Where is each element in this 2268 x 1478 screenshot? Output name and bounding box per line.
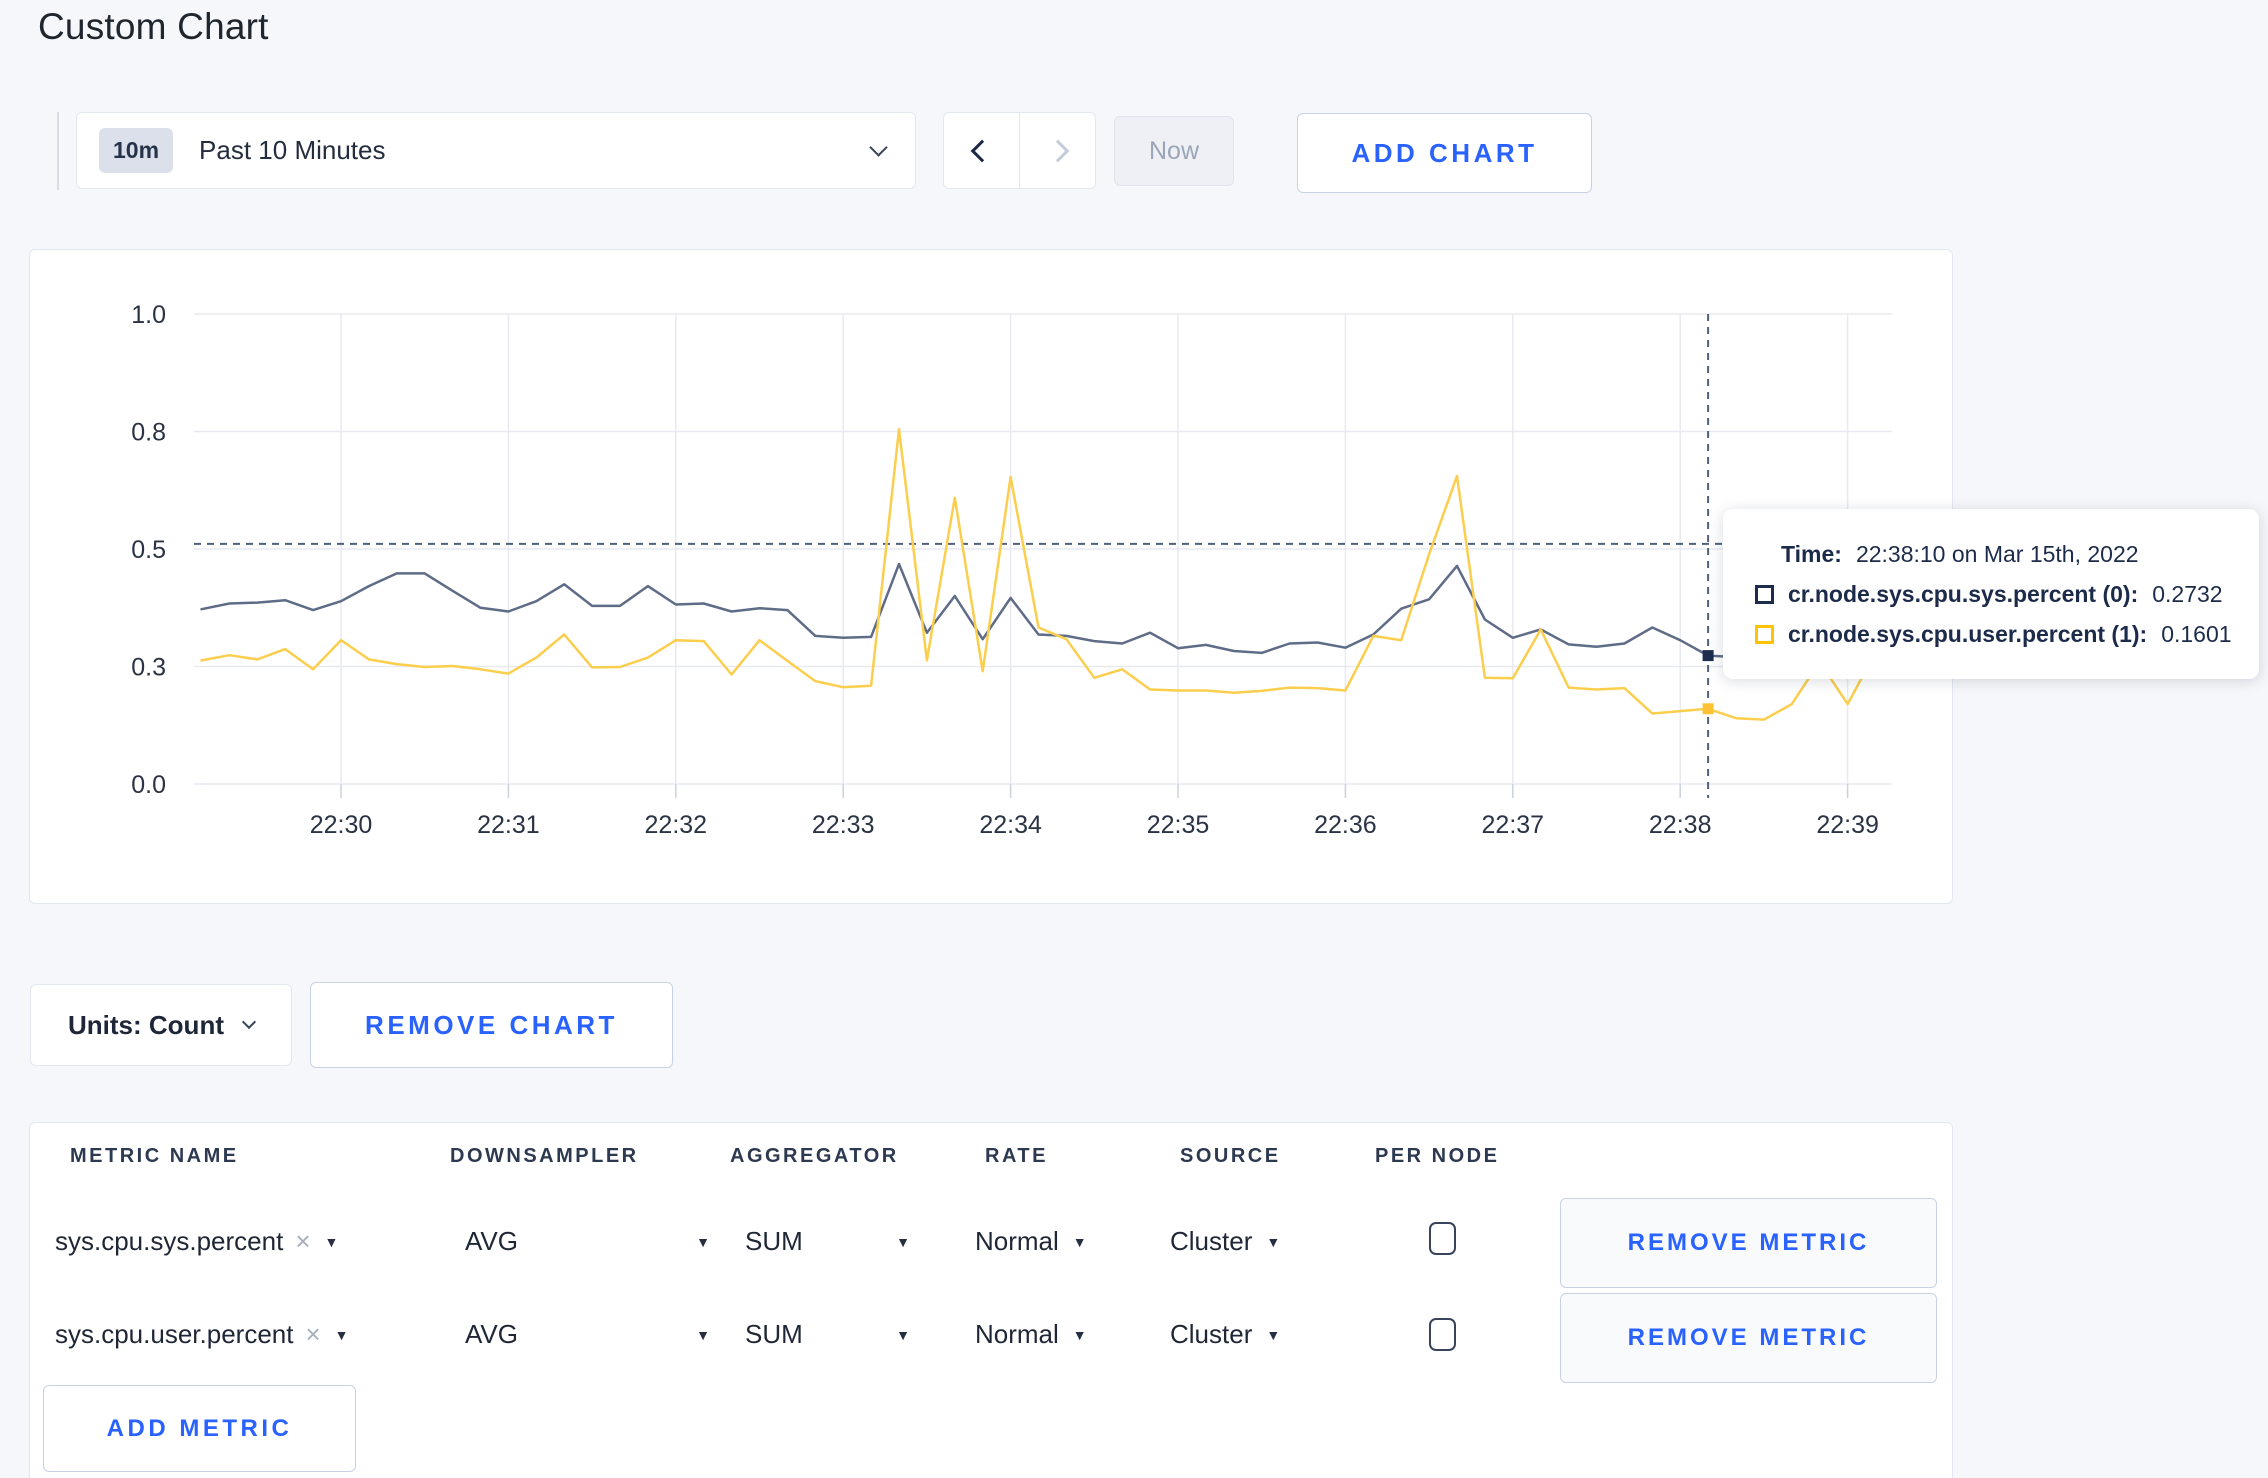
aggregator-select[interactable]: SUM ▼ bbox=[745, 1226, 910, 1257]
downsampler-select[interactable]: AVG ▼ bbox=[465, 1319, 710, 1350]
svg-text:0.5: 0.5 bbox=[131, 536, 166, 564]
aggregator-value: SUM bbox=[745, 1319, 803, 1349]
metric-name-select[interactable]: sys.cpu.user.percent × ▼ bbox=[55, 1319, 349, 1350]
svg-text:0.0: 0.0 bbox=[131, 771, 166, 799]
col-header-rate: RATE bbox=[985, 1145, 1048, 1167]
tooltip-time-label: Time: bbox=[1781, 540, 1842, 567]
rate-value: Normal bbox=[975, 1319, 1059, 1349]
source-select[interactable]: Cluster ▼ bbox=[1170, 1226, 1280, 1257]
chart-hover-tooltip: Time: 22:38:10 on Mar 15th, 2022 cr.node… bbox=[1723, 509, 2259, 679]
page-title: Custom Chart bbox=[38, 6, 269, 47]
time-range-label: Past 10 Minutes bbox=[199, 135, 386, 165]
rate-select[interactable]: Normal ▼ bbox=[975, 1226, 1087, 1257]
chevron-down-icon bbox=[869, 138, 888, 157]
tooltip-series-label: cr.node.sys.cpu.sys.percent (0): bbox=[1788, 580, 2139, 607]
source-select[interactable]: Cluster ▼ bbox=[1170, 1319, 1280, 1350]
units-select[interactable]: Units: Count bbox=[30, 984, 292, 1066]
chevron-left-icon bbox=[970, 139, 993, 162]
caret-down-icon: ▼ bbox=[896, 1326, 910, 1343]
source-value: Cluster bbox=[1170, 1319, 1253, 1349]
tooltip-time-value: 22:38:10 on Mar 15th, 2022 bbox=[1855, 540, 2139, 567]
caret-down-icon: ▼ bbox=[334, 1326, 349, 1343]
caret-down-icon: ▼ bbox=[896, 1233, 910, 1250]
chevron-right-icon bbox=[1046, 139, 1069, 162]
rate-value: Normal bbox=[975, 1226, 1059, 1256]
per-node-checkbox[interactable] bbox=[1429, 1222, 1456, 1255]
aggregator-select[interactable]: SUM ▼ bbox=[745, 1319, 910, 1350]
caret-down-icon: ▼ bbox=[1266, 1326, 1281, 1343]
add-chart-button[interactable]: ADD CHART bbox=[1297, 113, 1592, 193]
caret-down-icon: ▼ bbox=[1072, 1233, 1087, 1250]
metric-name: sys.cpu.sys.percent bbox=[55, 1226, 284, 1256]
chart-card: 1.0 0.8 0.5 0.3 0.0 22:30 22:31 22:32 22:33 22:34… bbox=[29, 249, 1953, 904]
tooltip-series-value: 0.2732 bbox=[2152, 580, 2223, 607]
prev-range-button[interactable] bbox=[944, 113, 1019, 188]
remove-chart-button[interactable]: REMOVE CHART bbox=[310, 982, 673, 1068]
chevron-down-icon bbox=[241, 1014, 257, 1030]
remove-tag-icon[interactable]: × bbox=[305, 1319, 320, 1350]
svg-text:22:30: 22:30 bbox=[310, 811, 373, 839]
svg-text:1.0: 1.0 bbox=[131, 301, 166, 329]
caret-down-icon: ▼ bbox=[1266, 1233, 1281, 1250]
svg-text:22:37: 22:37 bbox=[1482, 811, 1545, 839]
time-pager bbox=[943, 112, 1096, 189]
time-range-select[interactable]: 10m Past 10 Minutes bbox=[76, 112, 916, 189]
remove-metric-button[interactable]: REMOVE METRIC bbox=[1560, 1293, 1937, 1383]
svg-text:0.3: 0.3 bbox=[131, 654, 166, 682]
svg-text:22:35: 22:35 bbox=[1147, 811, 1210, 839]
caret-down-icon: ▼ bbox=[324, 1233, 339, 1250]
downsampler-value: AVG bbox=[465, 1226, 518, 1256]
next-range-button[interactable] bbox=[1019, 113, 1095, 188]
svg-text:22:33: 22:33 bbox=[812, 811, 875, 839]
time-range-badge: 10m bbox=[99, 128, 174, 173]
units-label: Units: Count bbox=[68, 1009, 224, 1040]
tooltip-series-label: cr.node.sys.cpu.user.percent (1): bbox=[1788, 620, 2148, 647]
rate-select[interactable]: Normal ▼ bbox=[975, 1319, 1087, 1350]
col-header-metric-name: METRIC NAME bbox=[70, 1145, 239, 1167]
toolbar-divider bbox=[57, 112, 59, 190]
svg-text:0.8: 0.8 bbox=[131, 419, 166, 447]
add-metric-button[interactable]: ADD METRIC bbox=[43, 1385, 356, 1472]
caret-down-icon: ▼ bbox=[696, 1326, 710, 1343]
aggregator-value: SUM bbox=[745, 1226, 803, 1256]
svg-text:22:39: 22:39 bbox=[1816, 811, 1879, 839]
svg-text:22:36: 22:36 bbox=[1314, 811, 1377, 839]
per-node-checkbox[interactable] bbox=[1429, 1318, 1456, 1351]
metric-name-select[interactable]: sys.cpu.sys.percent × ▼ bbox=[55, 1226, 338, 1257]
cpu-usage-chart[interactable]: 1.0 0.8 0.5 0.3 0.0 22:30 22:31 22:32 22:33 22:34… bbox=[30, 250, 1952, 903]
downsampler-select[interactable]: AVG ▼ bbox=[465, 1226, 710, 1257]
col-header-per-node: PER NODE bbox=[1375, 1145, 1500, 1167]
series-sys-swatch-icon bbox=[1755, 584, 1774, 604]
svg-text:22:31: 22:31 bbox=[477, 811, 540, 839]
col-header-source: SOURCE bbox=[1180, 1145, 1281, 1167]
caret-down-icon: ▼ bbox=[1072, 1326, 1087, 1343]
remove-tag-icon[interactable]: × bbox=[295, 1226, 310, 1257]
svg-text:22:32: 22:32 bbox=[645, 811, 708, 839]
svg-text:22:34: 22:34 bbox=[979, 811, 1042, 839]
source-value: Cluster bbox=[1170, 1226, 1253, 1256]
downsampler-value: AVG bbox=[465, 1319, 518, 1349]
caret-down-icon: ▼ bbox=[696, 1233, 710, 1250]
col-header-aggregator: AGGREGATOR bbox=[730, 1145, 899, 1167]
tooltip-series-value: 0.1601 bbox=[2161, 620, 2232, 647]
now-button[interactable]: Now bbox=[1114, 116, 1234, 186]
remove-metric-button[interactable]: REMOVE METRIC bbox=[1560, 1198, 1937, 1288]
svg-text:22:38: 22:38 bbox=[1649, 811, 1712, 839]
series-user-swatch-icon bbox=[1755, 624, 1774, 644]
metric-name: sys.cpu.user.percent bbox=[55, 1319, 294, 1349]
col-header-downsampler: DOWNSAMPLER bbox=[450, 1145, 639, 1167]
